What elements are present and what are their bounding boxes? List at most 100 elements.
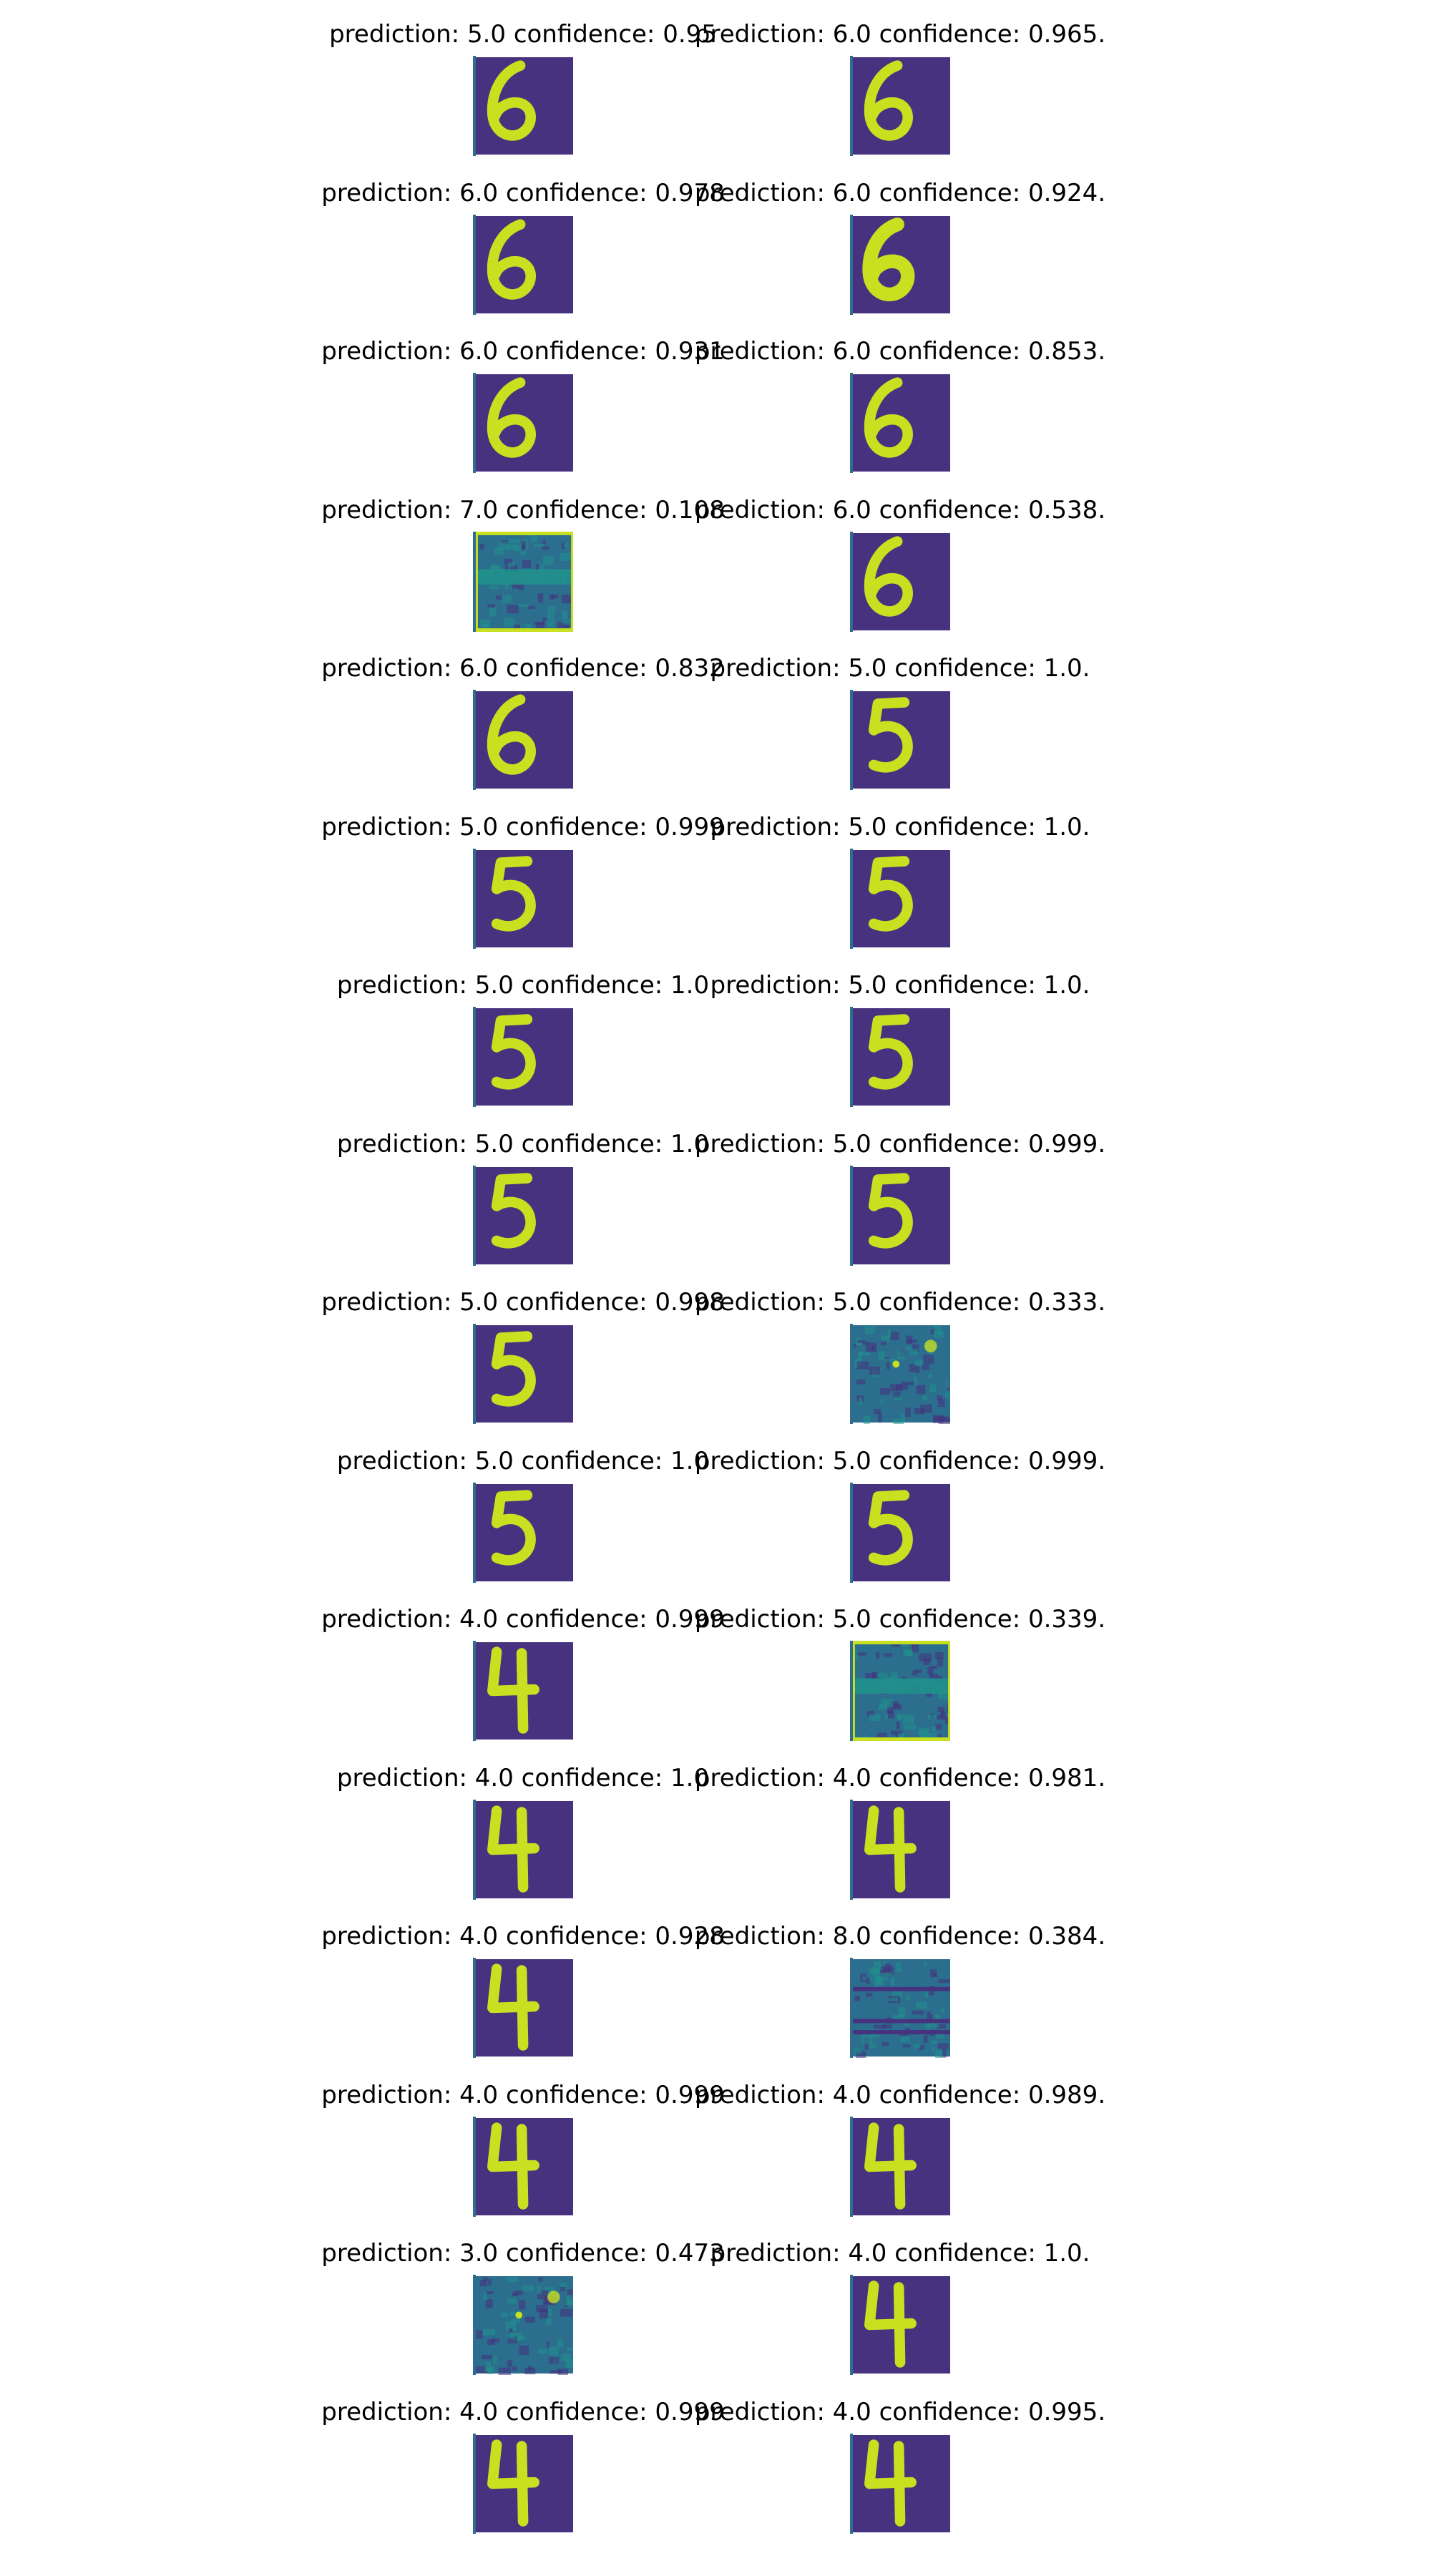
noise-patch [887, 1330, 892, 1337]
noise-patch [538, 2277, 543, 2282]
digit-image-canvas [853, 2434, 950, 2532]
digit-image-canvas [476, 1008, 573, 1106]
noise-patch [560, 2356, 572, 2361]
noise-patch [930, 1384, 937, 1393]
noise-patch [512, 2292, 519, 2296]
noise-patch [548, 2309, 552, 2316]
noise-patch [930, 1969, 937, 1978]
noise-patch [866, 1976, 870, 1984]
noise-patch [896, 1714, 902, 1719]
noise-patch [865, 1325, 875, 1335]
noise-patch [877, 1413, 882, 1423]
noise-patch [856, 1379, 866, 1385]
digit-image-canvas [476, 57, 573, 155]
digit-image [473, 690, 573, 790]
digit-image [473, 2275, 573, 2375]
noise-patch [542, 540, 546, 544]
noise-stripe [476, 569, 573, 585]
noise-patch [487, 603, 496, 608]
noise-patch [909, 1348, 919, 1356]
noise-blob [547, 2290, 560, 2303]
noise-patch [527, 2366, 533, 2370]
noise-patch [856, 1361, 869, 1370]
panel-title: prediction: 6.0 confidence: 0.924. [694, 178, 1106, 208]
noise-patch [896, 1962, 901, 1972]
digit-image [850, 1007, 950, 1107]
noise-patch [912, 2010, 924, 2015]
noise-patch [546, 614, 555, 620]
noise-patch [489, 606, 497, 617]
digit-image [850, 848, 950, 949]
noise-patch [865, 1993, 873, 1997]
noise-patch [557, 2339, 564, 2348]
prediction-grid: prediction: 5.0 confidence: 0.95 predicti… [0, 0, 1431, 2576]
noise-patch [537, 2349, 548, 2354]
noise-blob [515, 2311, 523, 2319]
noise-patch [938, 1979, 950, 1984]
noise-patch [931, 2046, 935, 2051]
noise-patch [922, 1364, 929, 1370]
noise-patch [536, 2305, 548, 2313]
panel-title: prediction: 3.0 confidence: 0.473 [321, 2239, 725, 2268]
noise-patch [560, 552, 572, 561]
digit-image-canvas [853, 57, 950, 155]
noise-patch [501, 2312, 508, 2318]
noise-patch [890, 1977, 895, 1986]
digit-image-canvas [476, 215, 573, 313]
digit-image [850, 56, 950, 156]
noise-patch [935, 1723, 942, 1730]
digit-image [850, 1165, 950, 1266]
noise-patch [927, 1714, 937, 1719]
noise-patch [508, 538, 520, 543]
noise-patch [481, 2354, 492, 2360]
noise-patch [879, 1351, 885, 1360]
digit-image [850, 1324, 950, 1424]
digit-image [850, 1799, 950, 1900]
noise-patch [946, 1381, 950, 1388]
panel-title: prediction: 5.0 confidence: 1.0 [336, 1446, 710, 1475]
panel-title: prediction: 4.0 confidence: 0.999 [321, 2397, 725, 2426]
digit-image-canvas [853, 2276, 950, 2373]
digit-image [850, 2433, 950, 2534]
noise-blob [924, 1340, 937, 1352]
digit-image-canvas [476, 691, 573, 789]
noise-patch [887, 1998, 899, 2001]
digit-image-canvas [476, 1642, 573, 1740]
noise-patch [562, 2353, 572, 2357]
noise-patch [887, 1710, 894, 1719]
noise-patch [902, 1714, 914, 1724]
noise-patch [923, 1354, 934, 1364]
panel-title: prediction: 6.0 confidence: 0.853. [694, 337, 1106, 366]
noise-patch [856, 2050, 861, 2054]
noise-patch [507, 2360, 512, 2367]
noise-patch [854, 1996, 861, 2001]
noise-patch [879, 1387, 890, 1395]
noise-patch [937, 1395, 943, 1400]
noise-patch [916, 1385, 926, 1395]
digit-image [850, 373, 950, 473]
noise-patch [480, 619, 491, 627]
noise-patch [521, 544, 525, 550]
noise-patch [549, 2356, 559, 2364]
noise-patch [542, 555, 554, 565]
noise-stripe [853, 1678, 950, 1694]
noise-patch [931, 2040, 937, 2044]
digit-image-canvas [476, 2117, 573, 2215]
panel-title: prediction: 4.0 confidence: 0.928 [321, 1922, 725, 1951]
noise-patch [883, 1653, 893, 1657]
noise-patch [479, 543, 484, 550]
noise-patch [876, 1672, 888, 1678]
digit-image-canvas [853, 2117, 950, 2215]
noise-patch [504, 618, 515, 626]
noise-patch [507, 604, 519, 613]
digit-image [473, 1324, 573, 1424]
noise-patch [930, 1666, 934, 1676]
noise-patch [944, 1392, 950, 1398]
panel-title: prediction: 4.0 confidence: 0.989. [694, 2080, 1106, 2109]
noise-patch [905, 1346, 911, 1350]
noise-line [853, 1986, 950, 1991]
noise-patch [913, 2044, 921, 2048]
noise-patch [902, 2044, 911, 2048]
noise-patch [562, 610, 568, 619]
noise-patch [547, 2341, 550, 2348]
